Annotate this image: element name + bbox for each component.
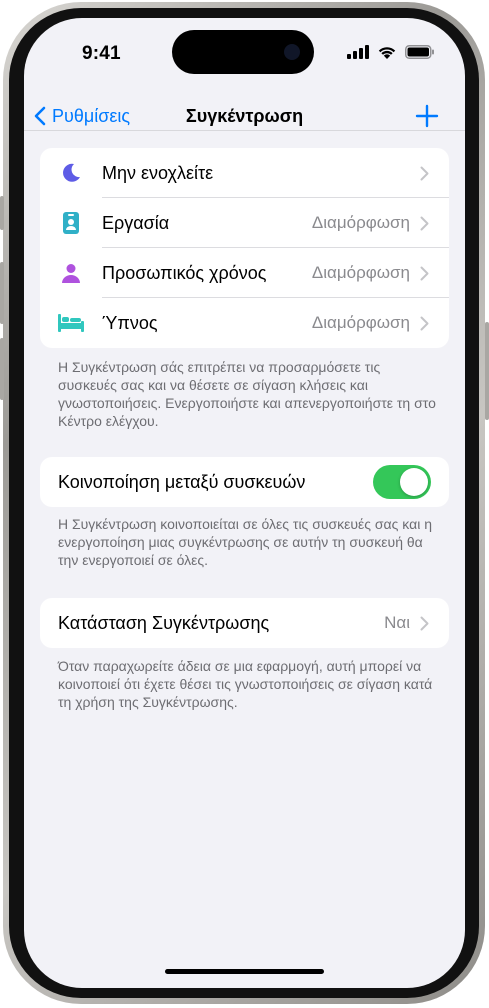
toggle-knob xyxy=(400,468,428,496)
chevron-right-icon xyxy=(420,316,429,330)
action-button xyxy=(0,196,4,230)
chevron-right-icon xyxy=(420,616,429,630)
focus-mode-label: Ύπνος xyxy=(102,312,158,333)
chevron-right-icon xyxy=(420,166,429,180)
chevron-right-icon xyxy=(420,216,429,230)
focus-mode-do-not-disturb[interactable]: Μην ενοχλείτε xyxy=(40,148,449,198)
volume-up-button xyxy=(0,262,4,324)
focus-mode-value: Διαμόρφωση xyxy=(311,263,410,282)
focus-mode-label: Προσωπικός χρόνος xyxy=(102,262,267,283)
navigation-divider xyxy=(24,130,465,131)
share-footer-text: Η Συγκέντρωση κοινοποιείται σε όλες τις … xyxy=(58,516,432,568)
chevron-right-icon xyxy=(420,266,429,280)
focus-mode-label: Εργασία xyxy=(102,212,170,233)
camera-icon xyxy=(284,44,300,60)
focus-mode-work[interactable]: Εργασία Διαμόρφωση xyxy=(40,198,449,248)
signal-icon xyxy=(347,44,369,59)
focus-footer-text: Η Συγκέντρωση σάς επιτρέπει να προσαρμόσ… xyxy=(58,359,436,429)
focus-status-value: Ναι xyxy=(384,613,410,632)
focus-mode-value: Διαμόρφωση xyxy=(311,313,410,332)
focus-status-footer-text: Όταν παραχωρείτε άδεια σε μια εφαρμογή, … xyxy=(58,658,433,710)
focus-status-row[interactable]: Κατάσταση Συγκέντρωσης Ναι xyxy=(40,598,449,648)
moon-icon xyxy=(56,158,86,188)
bed-icon xyxy=(56,308,86,338)
dynamic-island xyxy=(172,30,314,74)
person-icon xyxy=(56,258,86,288)
share-across-devices-group: Κοινοποίηση μεταξύ συσκευών xyxy=(40,457,449,507)
screen: 9:41 Ρυθμίσεις Συγκέντρωση Μην ενοχλείτε… xyxy=(24,18,465,988)
add-icon[interactable] xyxy=(415,104,439,128)
share-across-devices-toggle[interactable] xyxy=(373,465,431,499)
id-badge-icon xyxy=(56,208,86,238)
focus-mode-label: Μην ενοχλείτε xyxy=(102,162,214,183)
status-time: 9:41 xyxy=(82,43,121,64)
status-bar: 9:41 xyxy=(24,18,465,88)
home-indicator[interactable] xyxy=(165,969,324,974)
battery-icon xyxy=(405,44,434,59)
focus-modes-list: Μην ενοχλείτε Εργασία Διαμόρφωση Προσωπι… xyxy=(40,148,449,348)
power-button xyxy=(485,322,489,420)
share-across-devices-label: Κοινοποίηση μεταξύ συσκευών xyxy=(58,471,306,492)
focus-mode-personal[interactable]: Προσωπικός χρόνος Διαμόρφωση xyxy=(40,248,449,298)
share-across-devices-row: Κοινοποίηση μεταξύ συσκευών xyxy=(40,457,449,507)
wifi-icon xyxy=(378,47,396,59)
focus-status-label: Κατάσταση Συγκέντρωσης xyxy=(58,612,270,633)
focus-status-group: Κατάσταση Συγκέντρωσης Ναι xyxy=(40,598,449,648)
volume-down-button xyxy=(0,338,4,400)
focus-mode-sleep[interactable]: Ύπνος Διαμόρφωση xyxy=(40,298,449,348)
status-icons xyxy=(347,44,435,59)
focus-mode-value: Διαμόρφωση xyxy=(311,213,410,232)
